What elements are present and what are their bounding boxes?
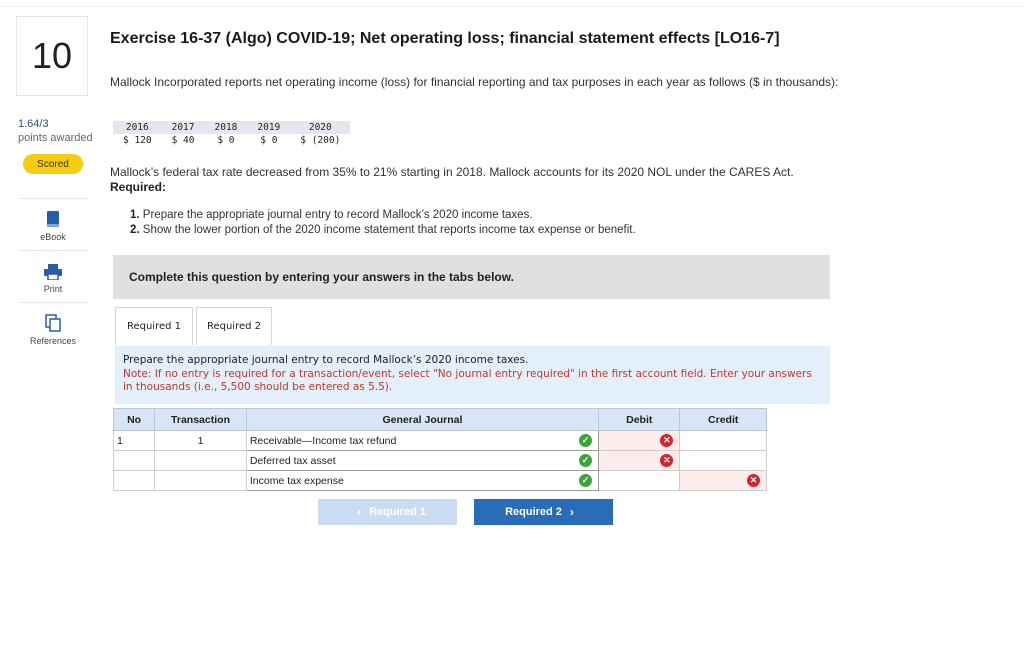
references-label: References <box>29 336 77 346</box>
account-name: Receivable—Income tax refund <box>249 434 397 447</box>
references-button[interactable]: References <box>18 302 88 352</box>
exercise-title: Exercise 16-37 (Algo) COVID-19; Net oper… <box>110 30 780 47</box>
references-icon <box>45 314 61 332</box>
year-header: 2017 <box>161 121 205 134</box>
income-value: $ 120 <box>123 135 152 146</box>
income-value: $ (200) <box>300 135 341 146</box>
requirement-number: 1. <box>130 209 140 221</box>
table-row: Deferred tax asset ✓ ✕ <box>112 450 767 471</box>
header-debit: Debit <box>598 408 681 431</box>
row-transaction: 1 <box>154 430 247 451</box>
debit-input[interactable]: ✕ <box>598 430 681 451</box>
top-divider <box>0 6 1024 7</box>
next-label: Required 2 <box>505 506 562 518</box>
chevron-left-icon: ‹ <box>357 505 362 519</box>
check-icon: ✓ <box>579 434 593 447</box>
year-header: 2018 <box>204 121 248 134</box>
account-field[interactable]: Income tax expense ✓ <box>245 470 600 491</box>
question-number-box: 10 <box>16 16 88 96</box>
income-table: 2016 2017 2018 2019 2020 $ 120 $ 40 $ 0 … <box>113 121 351 147</box>
requirement-text: Prepare the appropriate journal entry to… <box>142 209 533 221</box>
check-icon: ✓ <box>579 474 593 487</box>
requirement-item: 1. Prepare the appropriate journal entry… <box>130 208 636 223</box>
tab-required-2[interactable]: Required 2 <box>196 307 272 345</box>
instructions-box: Prepare the appropriate journal entry to… <box>115 346 830 404</box>
error-x-icon: ✕ <box>660 434 674 447</box>
error-x-icon: ✕ <box>747 474 760 487</box>
ebook-button[interactable]: eBook <box>18 198 88 248</box>
requirement-text: Show the lower portion of the 2020 incom… <box>142 224 636 236</box>
account-field[interactable]: Deferred tax asset ✓ <box>245 450 600 471</box>
tab-required-1[interactable]: Required 1 <box>115 307 193 345</box>
row-no: 1 <box>112 430 156 451</box>
next-required-button[interactable]: Required 2 › <box>474 499 613 525</box>
instructions-main: Prepare the appropriate journal entry to… <box>123 354 529 366</box>
credit-input[interactable]: ✕ <box>679 470 767 491</box>
header-credit: Credit <box>679 408 767 431</box>
book-icon <box>46 210 60 228</box>
points-value: 1.64/3 <box>18 118 49 130</box>
prev-label: Required 1 <box>369 506 426 518</box>
instructions-note: Note: If no entry is required for a tran… <box>123 367 812 394</box>
header-general-journal: General Journal <box>245 408 600 431</box>
question-number: 10 <box>31 35 73 76</box>
credit-input[interactable] <box>679 430 767 451</box>
journal-header-row: No Transaction General Journal Debit Cre… <box>112 408 767 431</box>
account-name: Deferred tax asset <box>249 454 336 467</box>
year-header: 2019 <box>247 121 291 134</box>
check-icon: ✓ <box>579 454 593 467</box>
header-transaction: Transaction <box>154 408 247 431</box>
table-row: Income tax expense ✓ ✕ <box>112 470 767 491</box>
requirements-list: 1. Prepare the appropriate journal entry… <box>130 208 636 238</box>
journal-table: No Transaction General Journal Debit Cre… <box>112 408 767 491</box>
points-label: points awarded <box>18 132 93 144</box>
requirement-number: 2. <box>130 224 140 236</box>
tax-rate-text: Mallock’s federal tax rate decreased fro… <box>110 165 794 179</box>
intro-text: Mallock Incorporated reports net operati… <box>110 75 839 89</box>
print-button[interactable]: Print <box>18 250 88 300</box>
points-awarded: 1.64/3 points awarded <box>18 117 93 145</box>
row-no <box>112 450 156 471</box>
debit-input[interactable]: ✕ <box>598 450 681 471</box>
year-header: 2020 <box>290 121 351 134</box>
requirement-item: 2. Show the lower portion of the 2020 in… <box>130 223 636 238</box>
debit-input[interactable] <box>598 470 681 491</box>
account-name: Income tax expense <box>249 474 344 487</box>
printer-icon <box>44 264 62 280</box>
error-x-icon: ✕ <box>660 454 674 467</box>
credit-input[interactable] <box>679 450 767 471</box>
status-badge: Scored <box>23 154 83 174</box>
row-transaction <box>154 450 247 471</box>
table-row: 1 1 Receivable—Income tax refund ✓ ✕ <box>112 430 767 451</box>
account-field[interactable]: Receivable—Income tax refund ✓ <box>245 430 600 451</box>
row-transaction <box>154 470 247 491</box>
income-value: $ 40 <box>171 135 195 146</box>
row-no <box>112 470 156 491</box>
chevron-right-icon: › <box>569 505 574 519</box>
required-heading: Required: <box>110 180 167 194</box>
prev-required-button[interactable]: ‹ Required 1 <box>318 499 457 525</box>
income-value: $ 0 <box>217 135 235 146</box>
complete-banner: Complete this question by entering your … <box>113 255 830 299</box>
year-header: 2016 <box>113 121 162 134</box>
header-no: No <box>112 408 156 431</box>
income-value: $ 0 <box>260 135 278 146</box>
ebook-label: eBook <box>40 232 66 242</box>
print-label: Print <box>43 284 63 294</box>
